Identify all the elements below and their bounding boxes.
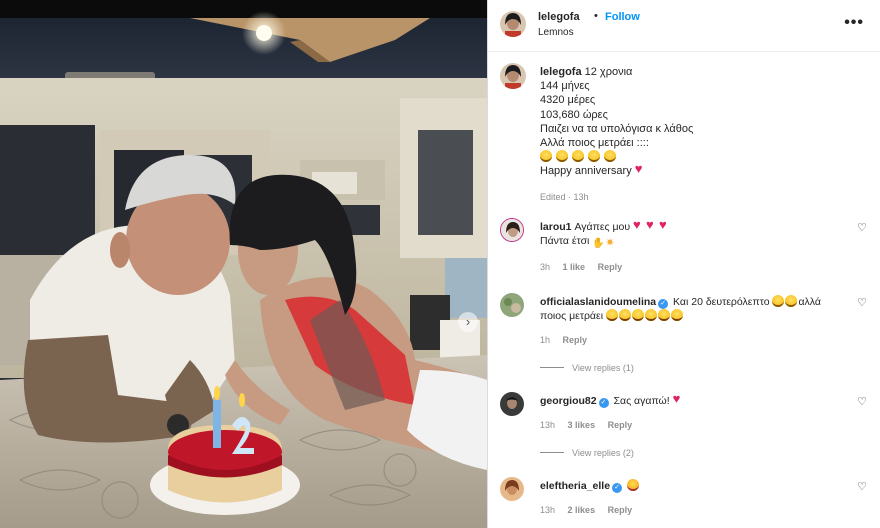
commenter-username-link[interactable]: georgiou82 [540, 395, 597, 407]
comment-like-heart-icon[interactable]: ♡ [857, 296, 867, 309]
comment-content: αλλά [798, 296, 821, 308]
comment-text: larou1 Αγάπες μου Πάντα έτσι [540, 218, 840, 248]
comment-likes-link[interactable]: 1 like [563, 262, 586, 272]
comment-content: Σας αγαπώ! [613, 395, 670, 407]
view-replies-button[interactable]: View replies (1) [540, 363, 634, 373]
comment-like-heart-icon[interactable]: ♡ [857, 395, 867, 408]
screaming-emoji-icon [605, 309, 618, 321]
post-side-panel: lelegofa • Follow Lemnos ••• lelegofa 12… [487, 0, 880, 528]
verified-badge-icon: ✓ [612, 483, 623, 493]
commenter-username-link[interactable]: officialaslanidoumelina [540, 296, 656, 308]
caption-line: 144 μήνες [540, 80, 590, 93]
caption-avatar-image [500, 63, 526, 89]
praying-hands-emoji-icon [592, 236, 604, 248]
comment-reply-button[interactable]: Reply [608, 505, 633, 515]
verified-badge-icon: ✓ [598, 398, 609, 408]
comment-time: 1h [540, 335, 551, 345]
comment-reply-button[interactable]: Reply [563, 335, 588, 345]
post-header: lelegofa • Follow Lemnos ••• [488, 0, 880, 52]
laughing-emoji-icon [604, 150, 617, 163]
laughing-emoji-icon [540, 150, 552, 163]
screaming-emoji-icon [644, 309, 657, 321]
author-username-link[interactable]: lelegofa [538, 11, 580, 23]
commenter-avatar[interactable] [500, 392, 524, 416]
caption-line: 4320 μέρες [540, 94, 596, 107]
comment-text: georgiou82 ✓ Σας αγαπώ! [540, 392, 840, 408]
location-link[interactable]: Lemnos [538, 27, 574, 38]
author-avatar-image [500, 11, 526, 37]
author-avatar[interactable] [500, 11, 526, 37]
comment-like-heart-icon[interactable]: ♡ [857, 221, 867, 234]
caption-line: Αλλά ποιος μετράει :::: [540, 137, 649, 150]
comment-likes-link[interactable]: 3 likes [568, 420, 596, 430]
comment-text: officialaslanidoumelina ✓ Και 20 δευτερόλ… [540, 295, 840, 323]
red-heart-emoji-icon [633, 218, 645, 232]
red-heart-emoji-icon [659, 218, 671, 232]
red-heart-emoji-icon [635, 162, 647, 176]
comment-content: Και 20 δευτερόλεπτο [673, 296, 770, 308]
laughing-emoji-row [540, 150, 870, 164]
comment-content: ποιος μετράει [540, 310, 604, 322]
comment-content: Πάντα έτσι [540, 235, 590, 247]
screaming-emoji-icon [618, 309, 631, 321]
caption-username-link[interactable]: lelegofa [540, 66, 582, 78]
comment-meta: 3h 1 like Reply [540, 262, 632, 272]
commenter-avatar-image [500, 392, 524, 416]
sparkle-emoji-icon [605, 236, 617, 248]
laughing-emoji-icon [785, 295, 798, 307]
post-photo[interactable]: › [0, 0, 487, 528]
follow-button[interactable]: Follow [605, 11, 640, 23]
comment-reply-button[interactable]: Reply [598, 262, 623, 272]
caption-line: Happy anniversary [540, 165, 632, 178]
red-heart-emoji-icon [646, 218, 658, 232]
commenter-username-link[interactable]: eleftheria_elle [540, 480, 610, 492]
comment-text: eleftheria_elle ✓ [540, 479, 840, 493]
screaming-emoji-icon [631, 309, 644, 321]
screaming-emoji-icon [657, 309, 670, 321]
screaming-emoji-icon [670, 309, 683, 321]
more-options-icon[interactable]: ••• [844, 14, 864, 32]
laughing-emoji-icon [572, 150, 585, 163]
comment-meta: 1h Reply [540, 335, 597, 345]
comment-reply-button[interactable]: Reply [608, 420, 633, 430]
photo-scene [0, 0, 487, 528]
comment-like-heart-icon[interactable]: ♡ [857, 480, 867, 493]
commenter-avatar[interactable] [500, 477, 524, 501]
red-heart-emoji-icon [673, 392, 685, 406]
commenter-avatar-image [500, 293, 524, 317]
view-replies-button[interactable]: View replies (2) [540, 448, 634, 458]
comment-meta: 13h 2 likes Reply [540, 505, 642, 515]
caption-line: 103,680 ώρες [540, 108, 608, 121]
star-struck-emoji-icon [626, 479, 639, 491]
commenter-avatar[interactable] [500, 218, 524, 242]
commenter-avatar-image [501, 219, 523, 241]
commenter-avatar-image [500, 477, 524, 501]
comment-likes-link[interactable]: 2 likes [568, 505, 596, 515]
caption-line: 12 χρονια [584, 66, 633, 78]
caption-line: Παιζει να τα υπολόγισα κ λάθος [540, 122, 694, 135]
caption-meta: Edited · 13h [540, 192, 589, 202]
comment-meta: 13h 3 likes Reply [540, 420, 642, 430]
commenter-username-link[interactable]: larou1 [540, 221, 572, 233]
comment-time: 13h [540, 420, 556, 430]
comment-time: 13h [540, 505, 556, 515]
header-separator: • [594, 10, 598, 22]
commenter-avatar[interactable] [500, 293, 524, 317]
verified-badge-icon: ✓ [658, 299, 669, 309]
laughing-emoji-icon [772, 295, 785, 307]
laughing-emoji-icon [556, 150, 569, 163]
caption-text: lelegofa 12 χρονια 144 μήνες 4320 μέρες … [540, 65, 870, 179]
laughing-emoji-icon [588, 150, 601, 163]
comment-time: 3h [540, 262, 551, 272]
caption-author-avatar[interactable] [500, 63, 526, 89]
comment-content: Αγάπες μου [574, 221, 631, 233]
carousel-next-button[interactable]: › [458, 312, 478, 332]
